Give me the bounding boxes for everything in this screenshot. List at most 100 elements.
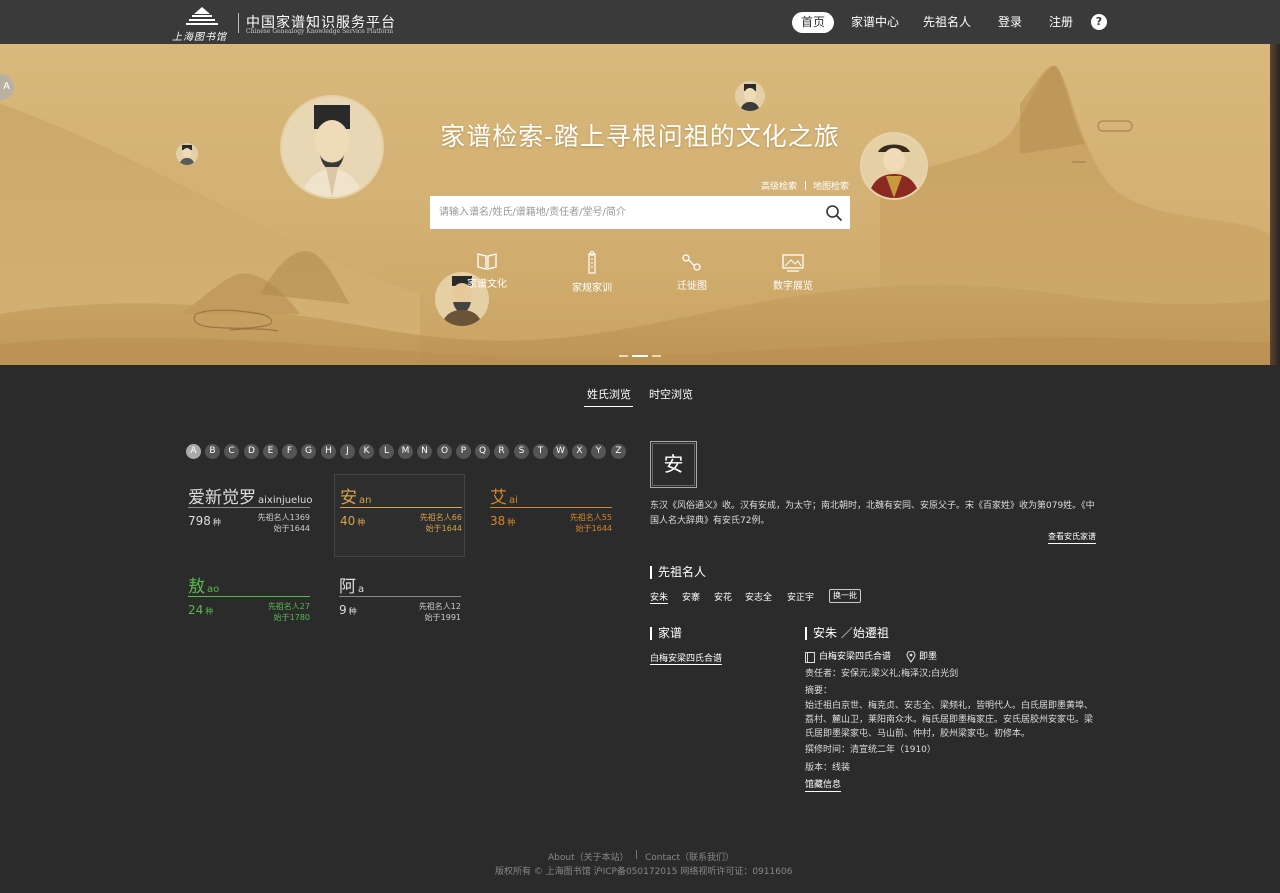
exhibition-icon bbox=[782, 254, 804, 272]
ancestor-portrait bbox=[735, 81, 765, 111]
letter-e[interactable]: E bbox=[263, 444, 278, 459]
search-input[interactable] bbox=[430, 196, 820, 229]
letter-z[interactable]: Z bbox=[611, 444, 626, 459]
hero-title: 家谱检索-踏上寻根问祖的文化之旅 bbox=[440, 122, 840, 151]
surname-description: 东汉《风俗通义》收。汉有安成，为太守；南北朝时，北魏有安同、安原父子。宋《百家姓… bbox=[650, 501, 1095, 526]
letter-y[interactable]: Y bbox=[591, 444, 606, 459]
section-title-genealogy: 家谱 bbox=[650, 627, 682, 640]
letter-b[interactable]: B bbox=[205, 444, 220, 459]
ancestor-link[interactable]: 安志全 bbox=[745, 590, 772, 603]
logo-divider bbox=[238, 13, 239, 33]
book-abstract: 始迁祖白京世、梅克贞、安志全、梁频礼，皆明代人。白氏居即墨黄埠、荔村、麓山卫，莱… bbox=[805, 701, 1094, 739]
nav-famous-ancestors[interactable]: 先祖名人 bbox=[920, 12, 974, 33]
surname-name: 阿a bbox=[339, 577, 365, 597]
footer-separator: | bbox=[635, 850, 639, 860]
view-surname-genealogy-link[interactable]: 查看安氏家谱 bbox=[1048, 531, 1096, 544]
section-title-founder: 安朱 ／始遷祖 bbox=[805, 627, 889, 640]
letter-j[interactable]: J bbox=[340, 444, 355, 459]
ancestor-link[interactable]: 安朱 bbox=[650, 590, 669, 604]
carousel-dot-active[interactable] bbox=[632, 355, 648, 357]
top-header: 上海图书馆 中国家谱知识服务平台 Chinese Genealogy Knowl… bbox=[0, 0, 1280, 44]
surname-meta: 先祖名人66 始于1644 bbox=[419, 513, 462, 533]
route-icon bbox=[682, 254, 701, 271]
card-rule bbox=[490, 507, 612, 508]
surname-character: 安 bbox=[652, 443, 695, 486]
genealogy-count: 9种 bbox=[339, 603, 357, 617]
carousel-dot[interactable] bbox=[619, 355, 628, 357]
letter-f[interactable]: F bbox=[282, 444, 297, 459]
holding-info-link[interactable]: 馆藏信息 bbox=[805, 779, 842, 792]
quick-link-genealogy-culture[interactable]: 家谱文化 bbox=[452, 251, 522, 290]
surname-meta: 先祖名人27 始于1780 bbox=[267, 602, 310, 622]
letter-p[interactable]: P bbox=[456, 444, 471, 459]
quick-link-family-rules[interactable]: 家规家训 bbox=[557, 251, 627, 294]
card-rule bbox=[340, 507, 462, 508]
ancestor-link[interactable]: 安寨 bbox=[682, 590, 700, 603]
ancestor-link[interactable]: 安花 bbox=[714, 590, 732, 603]
card-rule bbox=[188, 507, 310, 508]
letter-o[interactable]: O bbox=[437, 444, 452, 459]
surname-meta: 先祖名人12 始于1991 bbox=[418, 602, 461, 622]
tab-surname-browse[interactable]: 姓氏浏览 bbox=[587, 386, 631, 402]
surname-meta: 先祖名人55 始于1644 bbox=[569, 513, 612, 533]
search-icon[interactable] bbox=[825, 204, 843, 222]
letter-m[interactable]: M bbox=[398, 444, 413, 459]
letter-t[interactable]: T bbox=[533, 444, 548, 459]
book-edition: 版本：线装 bbox=[805, 763, 851, 773]
letter-s[interactable]: S bbox=[514, 444, 529, 459]
footer-about-link[interactable]: About（关于本站） bbox=[548, 850, 629, 863]
help-icon[interactable]: ? bbox=[1091, 14, 1107, 30]
carousel-dot[interactable] bbox=[652, 355, 661, 357]
swap-batch-button[interactable]: 换一批 bbox=[829, 589, 861, 603]
letter-r[interactable]: R bbox=[494, 444, 509, 459]
location-pin-icon bbox=[906, 650, 916, 663]
footer-contact-link[interactable]: Contact（联系我们） bbox=[645, 850, 734, 863]
book-compile-time: 撰修时间：清宣统二年（1910） bbox=[805, 745, 936, 755]
letter-w[interactable]: W bbox=[553, 444, 568, 459]
letter-c[interactable]: C bbox=[224, 444, 239, 459]
quick-link-migration-map[interactable]: 迁徙图 bbox=[657, 253, 727, 292]
card-rule bbox=[339, 596, 461, 597]
letter-q[interactable]: Q bbox=[475, 444, 490, 459]
quick-link-label: 家规家训 bbox=[572, 283, 612, 294]
site-subtitle: Chinese Genealogy Knowledge Service Plat… bbox=[246, 28, 394, 35]
book-title[interactable]: 白梅安梁四氏合谱 bbox=[819, 650, 891, 664]
surname-meta: 先祖名人1369 始于1644 bbox=[257, 513, 310, 533]
quick-link-digital-exhibition[interactable]: 数字展览 bbox=[758, 253, 828, 292]
letter-a[interactable]: A bbox=[186, 444, 201, 459]
letter-d[interactable]: D bbox=[244, 444, 259, 459]
quick-link-label: 家谱文化 bbox=[467, 279, 507, 290]
surname-name: 爱新觉罗 aixinjueluo bbox=[188, 488, 313, 508]
letter-n[interactable]: N bbox=[417, 444, 432, 459]
library-logo[interactable]: 上海图书馆 bbox=[172, 6, 232, 43]
hero-edge-shadow bbox=[1270, 44, 1280, 365]
nav-home[interactable]: 首页 bbox=[792, 12, 834, 33]
logo-calligraphy: 上海图书馆 bbox=[172, 32, 227, 43]
letter-g[interactable]: G bbox=[301, 444, 316, 459]
library-building-icon bbox=[186, 7, 218, 25]
genealogy-count: 40 种 bbox=[340, 514, 366, 528]
book-abstract-label: 摘要： bbox=[805, 686, 833, 696]
map-search-link[interactable]: 地图检索 bbox=[813, 179, 849, 192]
letter-l[interactable]: L bbox=[379, 444, 394, 459]
nav-login[interactable]: 登录 bbox=[994, 12, 1026, 33]
tab-spacetime-browse[interactable]: 时空浏览 bbox=[649, 386, 693, 402]
advanced-search-link[interactable]: 高级检索 bbox=[761, 179, 797, 192]
letter-k[interactable]: K bbox=[359, 444, 374, 459]
genealogy-count: 798 种 bbox=[188, 514, 221, 528]
active-tab-underline bbox=[584, 406, 633, 407]
letter-h[interactable]: H bbox=[321, 444, 336, 459]
ancestor-link[interactable]: 安正宇 bbox=[787, 590, 814, 603]
quick-link-label: 迁徙图 bbox=[677, 281, 707, 292]
surname-name: 安 an bbox=[340, 488, 372, 508]
genealogy-book-link[interactable]: 白梅安梁四氏合谱 bbox=[650, 651, 723, 665]
nav-genealogy-center[interactable]: 家谱中心 bbox=[848, 12, 902, 33]
footer-copyright: 版权所有 © 上海图书馆 沪ICP备050172015 网络视听许可证：0911… bbox=[495, 867, 793, 877]
nav-register[interactable]: 注册 bbox=[1045, 12, 1077, 33]
book-open-icon bbox=[477, 253, 497, 270]
letter-x[interactable]: X bbox=[572, 444, 587, 459]
section-title-ancestors: 先祖名人 bbox=[650, 566, 706, 579]
link-separator bbox=[805, 181, 806, 190]
book-icon bbox=[805, 652, 815, 663]
quick-link-label: 数字展览 bbox=[773, 281, 813, 292]
